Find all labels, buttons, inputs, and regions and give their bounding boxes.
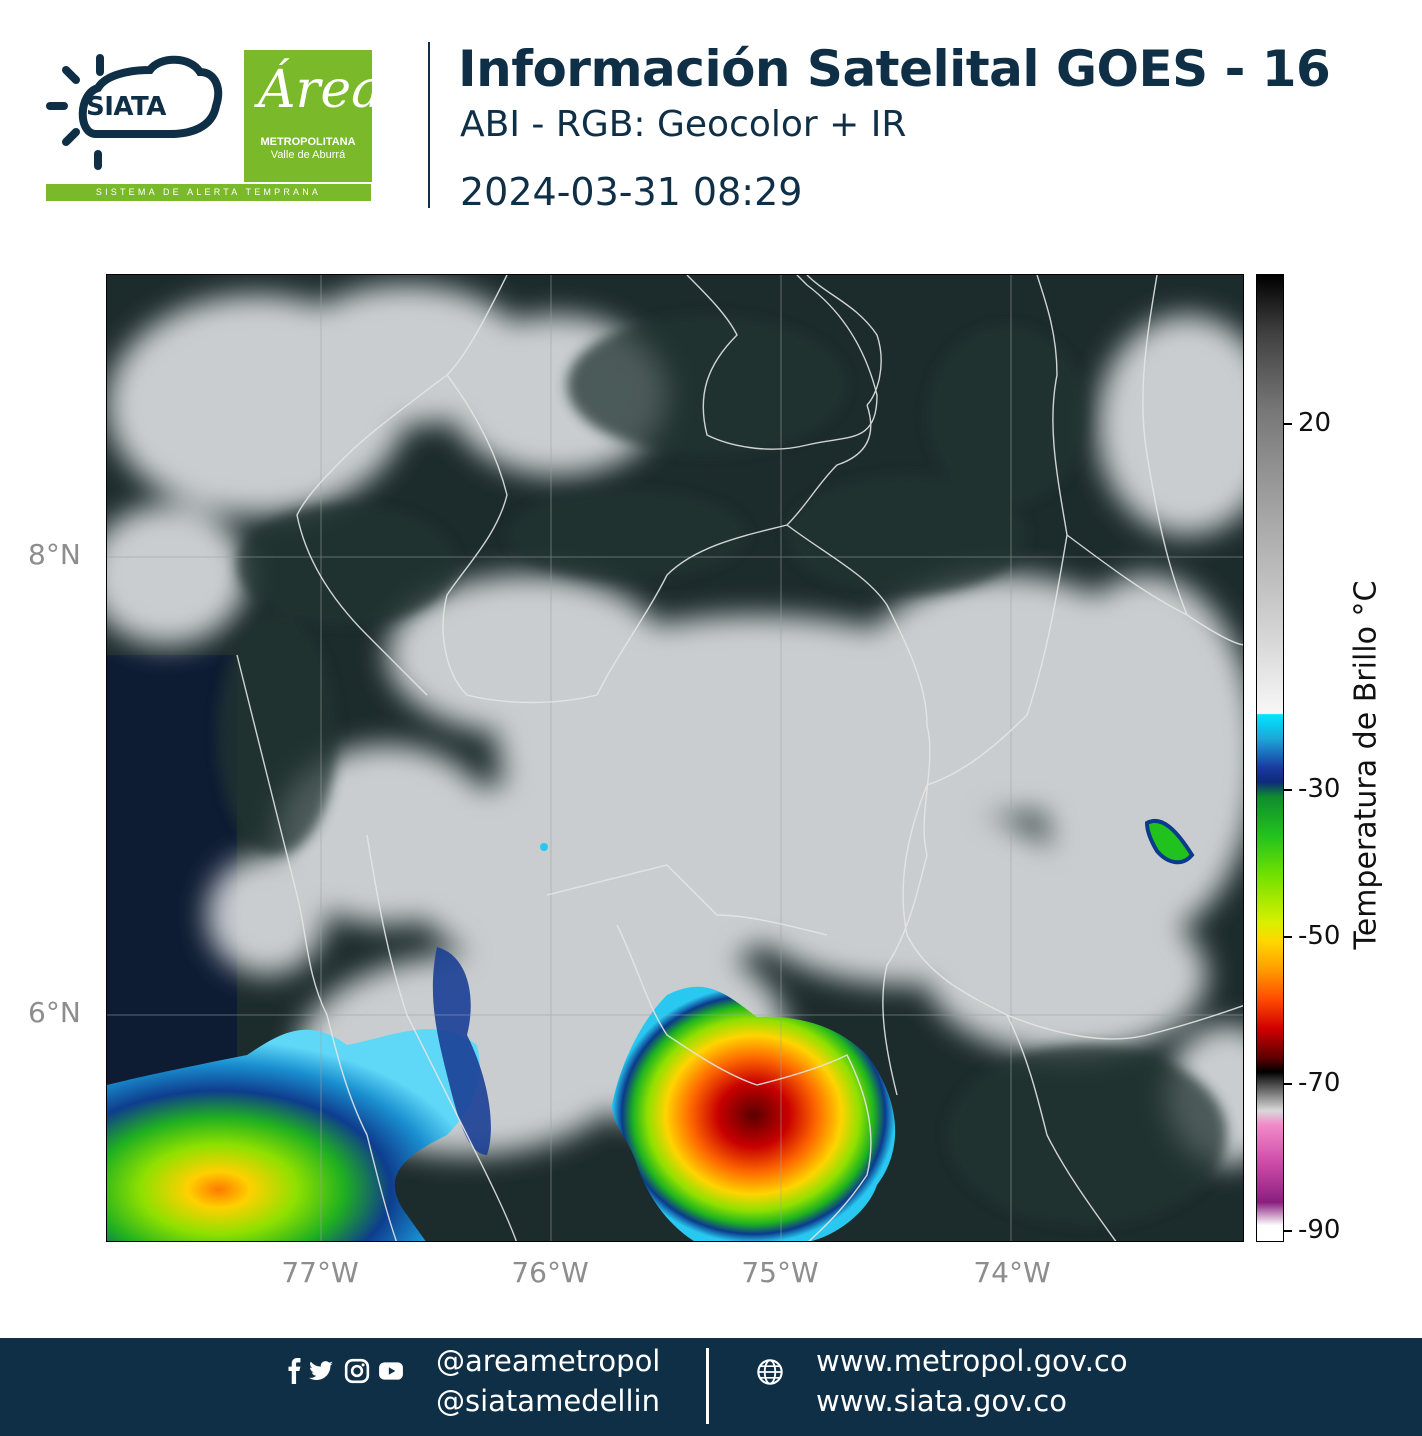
image-timestamp: 2024-03-31 08:29 [460, 170, 803, 214]
storm-small-cell [540, 843, 548, 851]
footer-url-metropol[interactable]: www.metropol.gov.co [816, 1344, 1128, 1378]
footer: @areametropol @siatamedellin www.metropo… [0, 1338, 1422, 1436]
colorbar-label-minus50: -50 [1298, 921, 1341, 951]
colorbar-tick [1284, 789, 1292, 791]
lat-label-6n: 6°N [28, 996, 81, 1029]
colorbar-tick [1284, 1230, 1292, 1232]
instagram-icon[interactable] [344, 1358, 370, 1384]
area-logo-line1: METROPOLITANA [260, 136, 356, 148]
colorbar-label-minus90: -90 [1298, 1215, 1341, 1245]
colorbar-label-minus30: -30 [1298, 774, 1341, 804]
area-metropolitana-logo: Área METROPOLITANA Valle de Aburrá [244, 50, 382, 182]
siata-tagline: SISTEMA DE ALERTA TEMPRANA [46, 184, 371, 201]
colorbar-title: Temperatura de Brillo °C [1348, 580, 1384, 950]
lat-label-8n: 8°N [28, 538, 81, 571]
page-title: Información Satelital GOES - 16 [458, 40, 1331, 98]
lon-label-74w: 74°W [973, 1256, 1051, 1289]
footer-divider [706, 1348, 709, 1424]
colorbar-tick [1284, 936, 1292, 938]
satellite-map[interactable] [106, 274, 1244, 1242]
youtube-icon[interactable] [378, 1358, 404, 1384]
facebook-icon[interactable] [282, 1358, 308, 1384]
area-logo-script: Área [258, 60, 383, 120]
header-divider [428, 42, 430, 208]
lon-label-76w: 76°W [511, 1256, 589, 1289]
footer-handle-areametropol[interactable]: @areametropol [436, 1344, 660, 1378]
colorbar-tick [1284, 1083, 1292, 1085]
area-logo-line2: Valle de Aburrá [270, 149, 346, 161]
colorbar [1256, 274, 1284, 1242]
footer-handle-siatamedellin[interactable]: @siatamedellin [436, 1384, 660, 1418]
lon-label-77w: 77°W [281, 1256, 359, 1289]
colorbar-label-20: 20 [1298, 408, 1332, 438]
twitter-icon[interactable] [308, 1358, 334, 1384]
page-subtitle: ABI - RGB: Geocolor + IR [460, 104, 907, 145]
footer-url-siata[interactable]: www.siata.gov.co [816, 1384, 1067, 1418]
globe-icon [757, 1359, 783, 1385]
colorbar-tick [1284, 423, 1292, 425]
colorbar-label-minus70: -70 [1298, 1068, 1341, 1098]
siata-logo-text: SIATA [86, 92, 166, 122]
lon-label-75w: 75°W [741, 1256, 819, 1289]
